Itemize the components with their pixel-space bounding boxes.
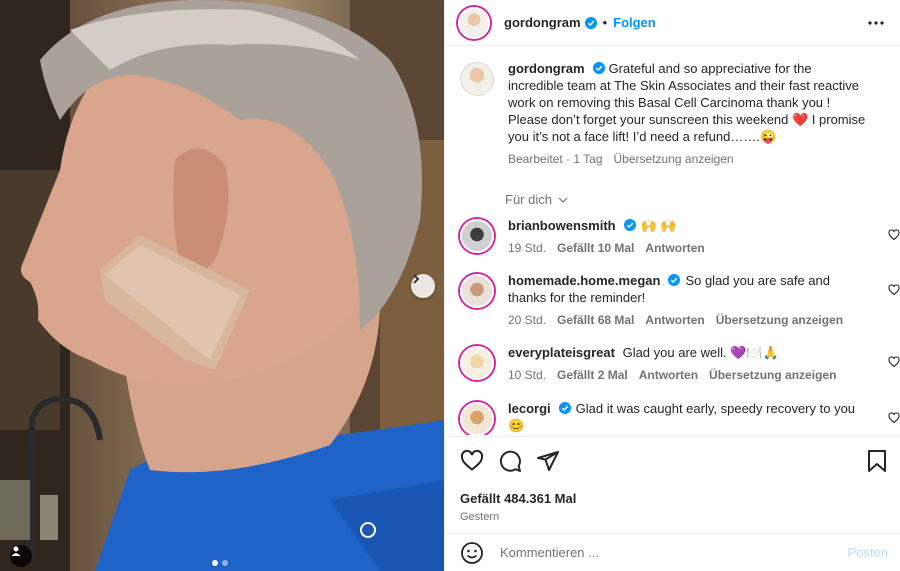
comment-meta: 20 Std. Gefällt 68 Mal Antworten Überset…: [508, 312, 862, 329]
sort-label: Für dich: [505, 192, 552, 207]
post-modal: gordongram • Folgen gordongram Grateful a…: [0, 0, 900, 571]
heart-icon[interactable]: [888, 356, 900, 368]
comment-avatar[interactable]: [460, 402, 494, 435]
author-avatar[interactable]: [458, 6, 490, 39]
caption-edited-time: Bearbeitet · 1 Tag: [508, 152, 603, 166]
comment-avatar[interactable]: [460, 274, 494, 308]
more-horizontal-icon: [868, 20, 884, 25]
emoji-icon[interactable]: [460, 541, 484, 565]
comment-reply-button[interactable]: Antworten: [645, 312, 704, 329]
verified-badge-icon: [623, 219, 636, 231]
comment-item: homemade.home.megan So glad you are safe …: [445, 272, 900, 329]
caption-author-username[interactable]: gordongram: [508, 61, 585, 76]
share-send-icon[interactable]: [536, 449, 560, 473]
heart-icon[interactable]: [888, 412, 900, 424]
comment-avatar[interactable]: [460, 219, 494, 253]
author-username[interactable]: gordongram: [504, 15, 581, 30]
like-heart-icon[interactable]: [460, 449, 484, 473]
caption-author-avatar[interactable]: [460, 62, 494, 96]
comment-avatar[interactable]: [460, 346, 494, 380]
comment-meta: 19 Std. Gefällt 10 Mal Antworten: [508, 240, 862, 257]
carousel-dot-active: [212, 560, 218, 566]
post-date: Gestern: [460, 511, 500, 523]
comment-text: Glad you are well. 💜🍽️🙏: [622, 345, 779, 360]
comment-likes[interactable]: Gefällt 10 Mal: [557, 240, 634, 257]
comment-username[interactable]: lecorgi: [508, 401, 551, 416]
comment-reply-button[interactable]: Antworten: [645, 240, 704, 257]
post-sidebar: gordongram • Folgen gordongram Grateful a…: [444, 0, 900, 571]
user-icon: [11, 546, 21, 556]
comment-username[interactable]: homemade.home.megan: [508, 273, 660, 288]
comments-scroll-area[interactable]: gordongram Grateful and so appreciative f…: [445, 47, 900, 435]
comment-reply-button[interactable]: Antworten: [639, 367, 698, 384]
separator-dot: •: [602, 15, 608, 30]
comment-likes[interactable]: Gefällt 2 Mal: [557, 367, 628, 384]
comment-meta: 10 Std. Gefällt 2 Mal Antworten Übersetz…: [508, 367, 862, 384]
comment-text: 🙌 🙌: [640, 218, 677, 233]
verified-badge-icon: [584, 16, 597, 29]
comment-time: 20 Std.: [508, 313, 547, 327]
comment-input[interactable]: [500, 545, 848, 560]
comment-time: 10 Std.: [508, 368, 547, 382]
caption-meta: Bearbeitet · 1 Tag Übersetzung anzeigen: [508, 151, 868, 168]
comment-time: 19 Std.: [508, 241, 547, 255]
comment-item: brianbowensmith 🙌 🙌 19 Std. Gefällt 10 Ma…: [445, 217, 900, 257]
comment-username[interactable]: brianbowensmith: [508, 218, 616, 233]
next-image-button[interactable]: [411, 274, 435, 298]
comment-translate-link[interactable]: Übersetzung anzeigen: [709, 367, 836, 384]
chevron-right-icon: [413, 274, 420, 284]
post-header: gordongram • Folgen: [445, 0, 900, 46]
verified-badge-icon: [558, 402, 571, 414]
comment-bubble-icon[interactable]: [498, 449, 522, 473]
post-actions: Gefällt 484.361 Mal Gestern: [445, 436, 900, 536]
chevron-down-icon: [558, 197, 568, 203]
verified-badge-icon: [592, 62, 605, 74]
comment-bar: Posten: [445, 533, 900, 571]
heart-icon[interactable]: [888, 229, 900, 241]
photo-illustration: [0, 0, 444, 571]
comment-likes[interactable]: Gefällt 68 Mal: [557, 312, 634, 329]
comment-username[interactable]: everyplateisgreat: [508, 345, 615, 360]
post-like-count[interactable]: Gefällt 484.361 Mal: [460, 491, 900, 506]
more-options-button[interactable]: [864, 11, 888, 35]
follow-button[interactable]: Folgen: [613, 15, 656, 30]
caption-translate-link[interactable]: Übersetzung anzeigen: [614, 151, 734, 168]
carousel-dot: [222, 560, 228, 566]
post-comment-button[interactable]: Posten: [848, 545, 888, 560]
carousel-indicator: [212, 560, 228, 566]
heart-icon[interactable]: [888, 284, 900, 296]
comment-translate-link[interactable]: Übersetzung anzeigen: [716, 312, 843, 329]
bookmark-save-icon[interactable]: [866, 449, 888, 473]
comment-item: everyplateisgreat Glad you are well. 💜🍽️…: [445, 344, 900, 384]
comment-item: lecorgi Glad it was caught early, speedy …: [445, 400, 900, 435]
comment-sort-dropdown[interactable]: Für dich: [505, 192, 900, 207]
post-caption: gordongram Grateful and so appreciative f…: [445, 47, 900, 168]
post-photo[interactable]: [0, 0, 444, 571]
tagged-users-button[interactable]: [10, 545, 32, 567]
verified-badge-icon: [668, 274, 681, 286]
